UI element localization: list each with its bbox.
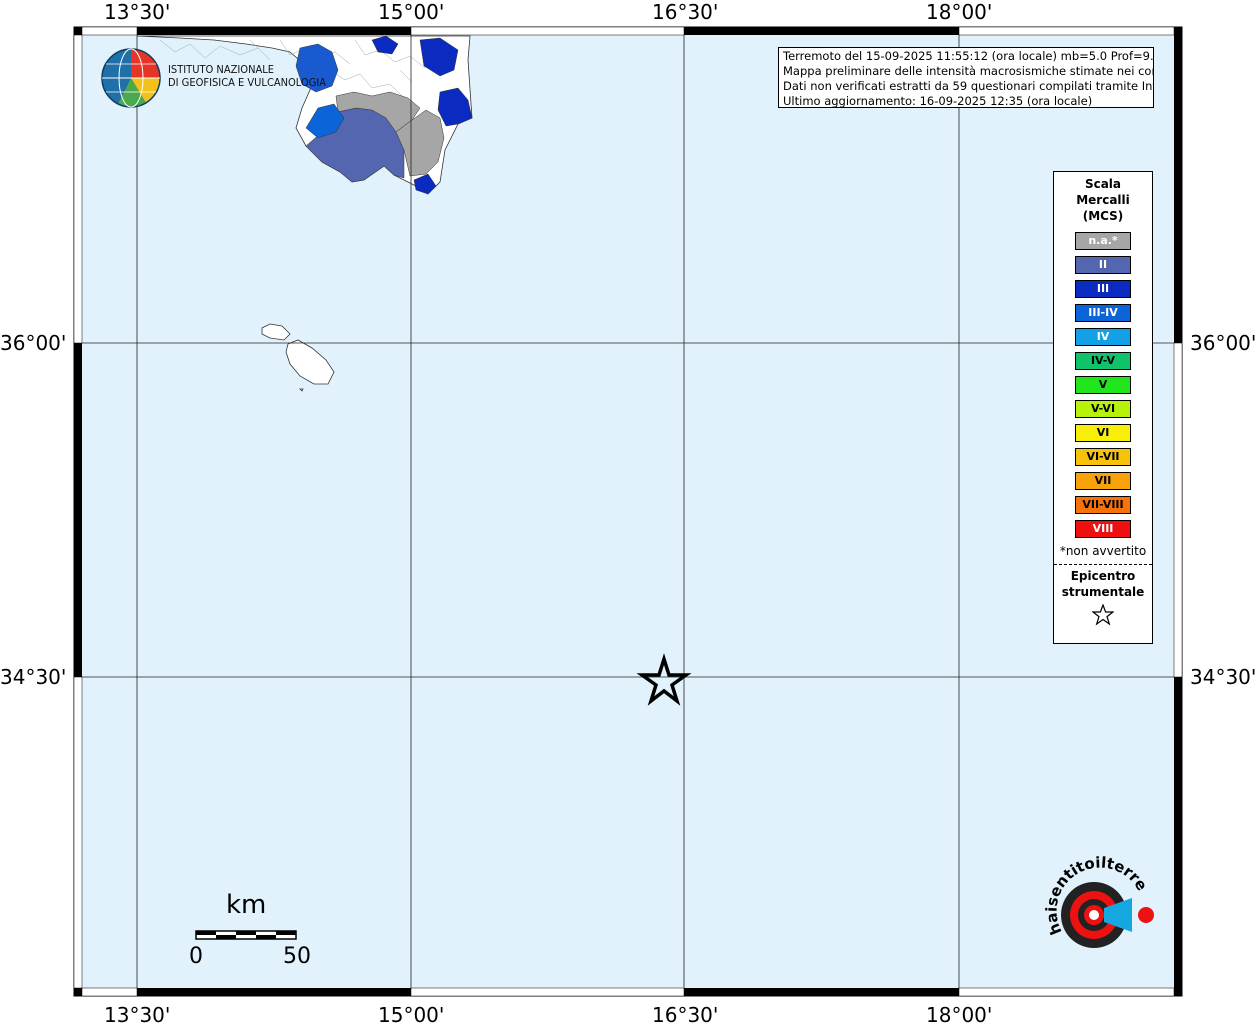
legend-title-line-3: (MCS)	[1082, 209, 1124, 223]
info-line-3: Dati non verificati estratti da 59 quest…	[783, 79, 1154, 93]
lon-label-bottom-1: 13°30'	[104, 1003, 171, 1027]
ingv-line-2: DI GEOFISICA E VULCANOLOGIA	[168, 76, 327, 89]
legend-item-5: IV-V	[1075, 352, 1131, 370]
legend-item-7: V-VI	[1075, 400, 1131, 418]
intensity-legend: Scala Mercalli (MCS) n.a.* II III III-IV IV I…	[1053, 171, 1153, 644]
legend-title: Scala Mercalli (MCS)	[1054, 176, 1152, 224]
scale-max-label: 50	[283, 944, 311, 969]
legend-item-1: II	[1075, 256, 1131, 274]
legend-item-8: VI	[1075, 424, 1131, 442]
lat-label-right-1: 36°00'	[1190, 331, 1255, 355]
legend-item-4: IV	[1075, 328, 1131, 346]
event-info-box: Terremoto del 15-09-2025 11:55:12 (ora l…	[778, 47, 1154, 108]
lat-label-right-2: 34°30'	[1190, 665, 1255, 689]
legend-star-icon	[1054, 603, 1152, 630]
lat-label-left-1: 36°00'	[0, 331, 67, 355]
lon-label-top-3: 16°30'	[652, 0, 719, 24]
legend-item-3: III-IV	[1075, 304, 1131, 322]
legend-epicenter-label: Epicentro strumentale	[1054, 568, 1152, 600]
legend-item-6: V	[1075, 376, 1131, 394]
lon-label-bottom-2: 15°00'	[378, 1003, 445, 1027]
info-line-1: Terremoto del 15-09-2025 11:55:12 (ora l…	[783, 49, 1154, 63]
legend-title-line-1: Scala	[1084, 177, 1122, 191]
scale-bar	[195, 930, 297, 940]
legend-epicenter-line-2: strumentale	[1061, 585, 1145, 599]
legend-epicenter-line-1: Epicentro	[1070, 569, 1136, 583]
lon-label-bottom-4: 18°00'	[926, 1003, 993, 1027]
sea-area	[74, 27, 1182, 996]
info-line-4: Ultimo aggiornamento: 16-09-2025 12:35 (…	[783, 94, 1093, 108]
lon-label-bottom-3: 16°30'	[652, 1003, 719, 1027]
ingv-logo-icon	[101, 48, 161, 108]
lon-label-top-2: 15°00'	[378, 0, 445, 24]
ingv-line-1: ISTITUTO NAZIONALE	[168, 63, 275, 76]
info-line-2: Mappa preliminare delle intensità macros…	[783, 64, 1154, 78]
scale-min-label: 0	[189, 944, 203, 969]
lon-label-top-1: 13°30'	[104, 0, 171, 24]
legend-items: n.a.* II III III-IV IV IV-V V V-VI VI VI-VII VII VI…	[1054, 232, 1152, 538]
legend-item-0: n.a.*	[1075, 232, 1131, 250]
legend-item-9: VI-VII	[1075, 448, 1131, 466]
lon-label-top-4: 18°00'	[926, 0, 993, 24]
legend-item-10: VII	[1075, 472, 1131, 490]
ingv-logo-text: ISTITUTO NAZIONALE DI GEOFISICA E VULCAN…	[168, 63, 326, 89]
scale-unit-label: km	[226, 890, 267, 920]
lat-label-left-2: 34°30'	[0, 665, 67, 689]
legend-footnote: *non avvertito	[1059, 544, 1147, 558]
legend-item-12: VIII	[1075, 520, 1131, 538]
legend-item-2: III	[1075, 280, 1131, 298]
legend-title-line-2: Mercalli	[1076, 193, 1130, 207]
legend-item-11: VII-VIII	[1075, 496, 1131, 514]
legend-separator	[1054, 564, 1152, 565]
